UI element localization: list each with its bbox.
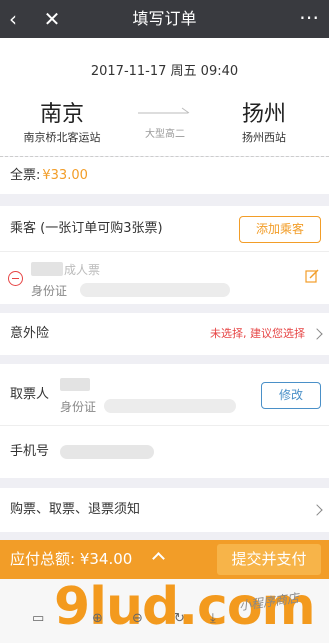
arrival-station: 扬州西站 (242, 131, 286, 144)
insurance-label: 意外险 (10, 326, 50, 341)
chevron-right-icon (311, 328, 323, 340)
download-icon[interactable]: ⤓ (210, 611, 216, 626)
chevron-right-icon (311, 504, 323, 516)
route-arrow-icon (138, 107, 190, 114)
passengers-header: 乘客 (一张订单可购3张票) 添加乘客 (0, 206, 329, 252)
phone-number-redacted[interactable] (60, 445, 154, 459)
page-title: 填写订单 (132, 9, 197, 28)
bus-type: 大型高二 (145, 129, 185, 140)
refresh-icon[interactable]: ↻ (174, 611, 185, 626)
total-amount: 应付总额: ¥34.00 (10, 550, 133, 568)
departure-city: 南京 (39, 102, 84, 127)
phone-row: 手机号 (0, 426, 329, 478)
collector-label: 取票人 (10, 387, 50, 402)
departure-station: 南京桥北客运站 (23, 131, 101, 144)
footer-area: 9lud.com 小程序商店 ▭ ⊕ ⊖ ↻ ⤓ (0, 579, 329, 643)
passenger-row: 成人票 身份证 (0, 252, 329, 304)
arrival-city: 扬州 (241, 102, 286, 127)
departure-datetime: 2017-11-17 周五 09:40 (90, 64, 239, 79)
page-icon[interactable]: ▭ (32, 611, 44, 626)
collector-name-redacted (60, 378, 90, 391)
notice-label: 购票、取票、退票须知 (10, 502, 141, 517)
passenger-id-redacted (80, 283, 230, 297)
passenger-name-redacted (31, 262, 63, 276)
zoom-out-icon[interactable]: ⊖ (132, 611, 143, 626)
top-nav-bar: ‹ ✕ 填写订单 ⋯ (0, 0, 329, 38)
passenger-id-label: 身份证 (31, 284, 68, 298)
collector-id-label: 身份证 (60, 400, 97, 414)
remove-passenger-icon[interactable] (8, 271, 23, 286)
fare-label: 全票: (10, 168, 41, 183)
edit-passenger-icon[interactable] (305, 269, 319, 283)
more-icon[interactable]: ⋯ (299, 4, 319, 30)
browser-toolbar: ▭ ⊕ ⊖ ↻ ⤓ (32, 611, 232, 631)
modify-collector-button[interactable]: 修改 (261, 382, 321, 409)
insurance-hint: 未选择, 建议您选择 (210, 327, 305, 340)
ticket-collector-row: 取票人 身份证 修改 (0, 364, 329, 426)
insurance-row[interactable]: 意外险 未选择, 建议您选择 (0, 313, 329, 355)
collector-id-redacted (104, 399, 236, 413)
checkout-bar: 应付总额: ¥34.00 提交并支付 (0, 540, 329, 579)
passengers-label: 乘客 (一张订单可购3张票) (10, 221, 163, 236)
zoom-in-icon[interactable]: ⊕ (92, 611, 103, 626)
trip-info-card: 2017-11-17 周五 09:40 南京 南京桥北客运站 大型高二 扬州 扬… (0, 38, 329, 156)
ticket-notice-row[interactable]: 购票、取票、退票须知 (0, 488, 329, 532)
submit-pay-button[interactable]: 提交并支付 (217, 544, 321, 575)
passenger-ticket-type: 成人票 (64, 263, 101, 277)
fare-price: ¥33.00 (42, 168, 88, 183)
fare-row: 全票: ¥33.00 (0, 157, 329, 194)
chevron-up-icon[interactable] (152, 552, 165, 565)
add-passenger-button[interactable]: 添加乘客 (239, 216, 321, 243)
phone-label: 手机号 (10, 444, 50, 459)
